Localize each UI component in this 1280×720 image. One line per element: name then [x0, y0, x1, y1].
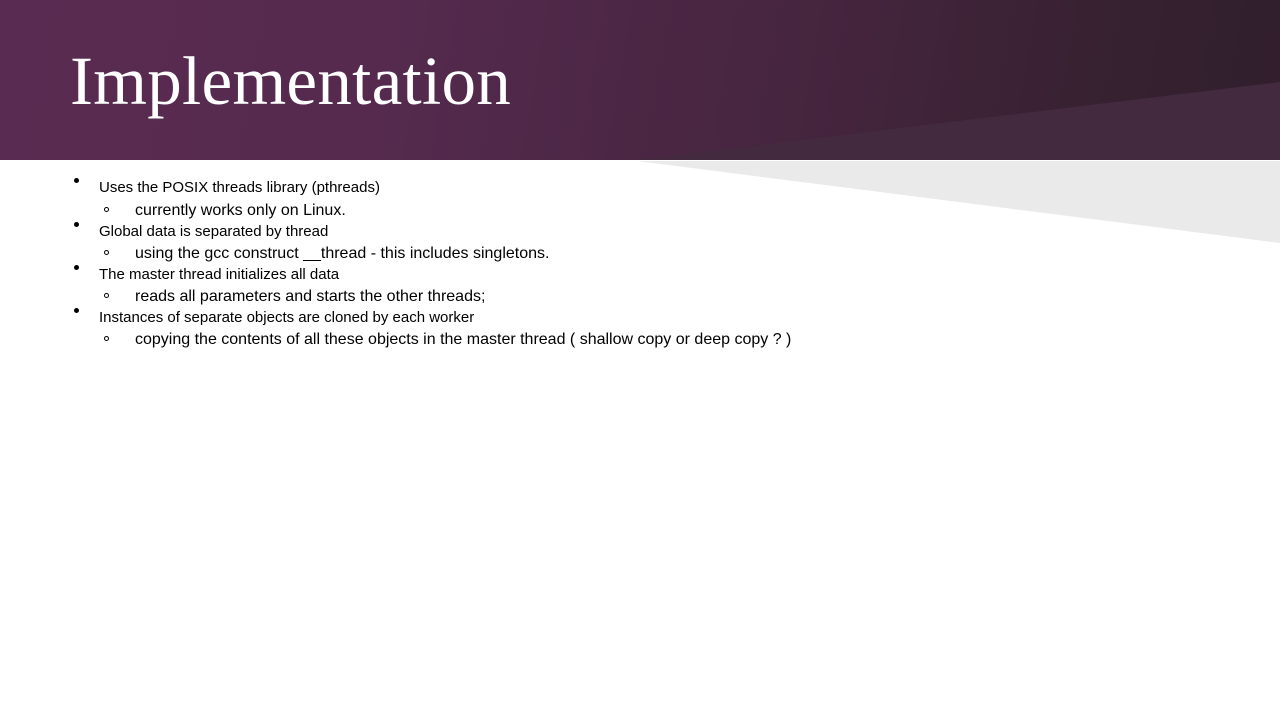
page-title: Implementation: [70, 43, 512, 119]
slide-body: Uses the POSIX threads library (pthreads…: [0, 160, 1280, 720]
list-item: copying the contents of all these object…: [0, 329, 1280, 351]
list-item: Uses the POSIX threads library (pthreads…: [0, 177, 1280, 199]
bullet-dot-icon: [74, 222, 79, 227]
list-item: currently works only on Linux.: [0, 200, 1280, 222]
bullet-text: using the gcc construct __thread - this …: [135, 245, 550, 262]
bullet-text: reads all parameters and starts the othe…: [135, 288, 486, 305]
bullet-circle-icon: [104, 336, 109, 341]
bullet-circle-icon: [104, 293, 109, 298]
bullet-circle-icon: [104, 250, 109, 255]
list-item: Global data is separated by thread: [0, 221, 1280, 243]
bullet-circle-icon: [104, 207, 109, 212]
list-item: The master thread initializes all data: [0, 264, 1280, 286]
bullet-text: currently works only on Linux.: [135, 202, 346, 219]
bullet-text: Global data is separated by thread: [99, 223, 329, 240]
bullet-dot-icon: [74, 308, 79, 313]
bullet-dot-icon: [74, 178, 79, 183]
bullet-text: The master thread initializes all data: [99, 266, 340, 283]
bullet-text: copying the contents of all these object…: [135, 331, 792, 348]
list-item: Instances of separate objects are cloned…: [0, 307, 1280, 329]
bullet-text: Instances of separate objects are cloned…: [99, 309, 475, 326]
list-item: reads all parameters and starts the othe…: [0, 286, 1280, 308]
presentation-slide: Implementation Uses the POSIX threads li…: [0, 0, 1280, 720]
bullet-dot-icon: [74, 265, 79, 270]
bullet-text: Uses the POSIX threads library (pthreads…: [99, 179, 380, 196]
list-item: using the gcc construct __thread - this …: [0, 243, 1280, 265]
